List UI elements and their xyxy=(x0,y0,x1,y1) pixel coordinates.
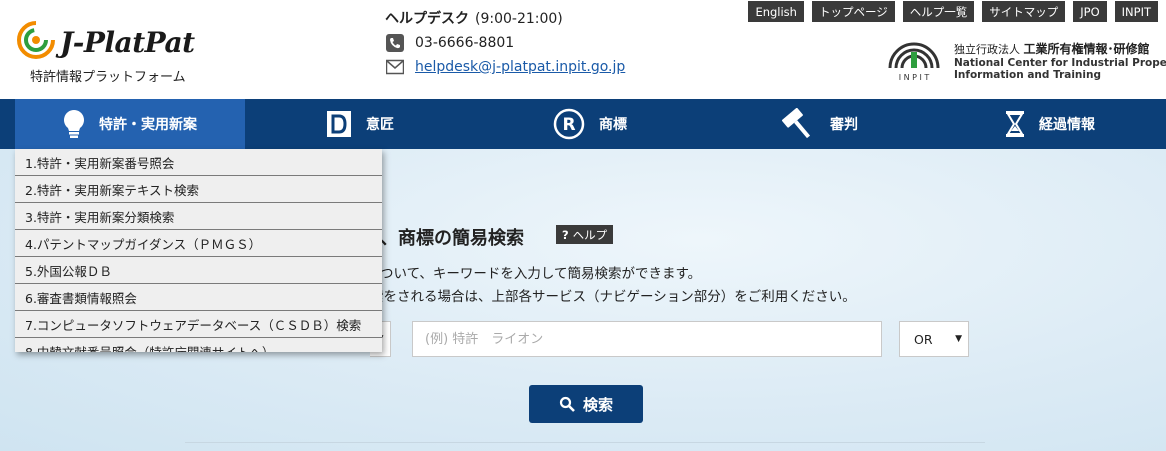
dropdown-arrow-icon: ▼ xyxy=(955,334,962,344)
logo-swirl-icon xyxy=(17,21,55,59)
svg-text:R: R xyxy=(562,115,575,135)
nav-design-label: 意匠 xyxy=(366,117,394,133)
nav-progress[interactable]: 経過情報 xyxy=(935,99,1165,149)
patent-dropdown-menu: 1.特許・実用新案番号照会 2.特許・実用新案テキスト検索 3.特許・実用新案分… xyxy=(15,149,382,352)
header: J-PlatPat 特許情報プラットフォーム ヘルプデスク (9:00-21:00… xyxy=(0,0,1166,99)
menu-item-csdb-search[interactable]: 7.コンピュータソフトウェアデータベース（ＣＳＤＢ）検索 xyxy=(15,311,382,338)
inpit-mark-text: I N P I T xyxy=(899,73,930,82)
hourglass-icon xyxy=(1005,110,1025,138)
helpdesk-email-link[interactable]: helpdesk@j-platpat.inpit.go.jp xyxy=(415,59,625,75)
email-row: helpdesk@j-platpat.inpit.go.jp xyxy=(385,58,625,76)
mail-icon xyxy=(385,58,405,76)
top-link-help-list[interactable]: ヘルプ一覧 xyxy=(902,1,975,22)
top-link-sitemap[interactable]: サイトマップ xyxy=(982,1,1066,22)
menu-item-cn-kr-lookup[interactable]: 8.中韓文献番号照会（特許庁関連サイトへ） xyxy=(15,338,382,352)
top-link-inpit[interactable]: INPIT xyxy=(1114,1,1158,22)
logo-subtitle: 特許情報プラットフォーム xyxy=(30,70,186,85)
jplatpat-logo[interactable]: J-PlatPat 特許情報プラットフォーム xyxy=(16,14,216,86)
menu-item-pmgs[interactable]: 4.パテントマップガイダンス（ＰＭＧＳ） xyxy=(15,230,382,257)
nav-trial-label: 審判 xyxy=(830,117,858,133)
keyword-input[interactable] xyxy=(412,321,882,357)
phone-row: 03-6666-8801 xyxy=(385,34,625,52)
helpdesk-title: ヘルプデスク (9:00-21:00) xyxy=(385,11,563,27)
phone-icon xyxy=(385,34,405,52)
nav-progress-label: 経過情報 xyxy=(1039,117,1095,133)
description-line-2: 索をされる場合は、上部各サービス（ナビゲーション部分）をご利用ください。 xyxy=(370,289,856,305)
menu-item-patent-number-lookup[interactable]: 1.特許・実用新案番号照会 xyxy=(15,149,382,176)
menu-item-patent-class-search[interactable]: 3.特許・実用新案分類検索 xyxy=(15,203,382,230)
top-link-jpo[interactable]: JPO xyxy=(1073,1,1107,22)
top-links: English トップページ ヘルプ一覧 サイトマップ JPO INPIT xyxy=(748,1,1158,22)
helpdesk-hours: (9:00-21:00) xyxy=(475,11,563,27)
helpdesk: ヘルプデスク (9:00-21:00) 03-6666-8801 helpdesk… xyxy=(385,8,625,76)
nav-design[interactable]: 意匠 xyxy=(245,99,475,149)
operator-select[interactable]: OR ▼ xyxy=(899,321,969,357)
design-d-icon xyxy=(326,110,352,138)
main-nav: 特許・実用新案 意匠 R 商標 審判 経過情報 xyxy=(0,99,1166,149)
nav-patent[interactable]: 特許・実用新案 xyxy=(15,99,245,149)
nav-patent-label: 特許・実用新案 xyxy=(99,117,197,133)
lightbulb-icon xyxy=(63,109,85,139)
top-link-toppage[interactable]: トップページ xyxy=(811,1,895,22)
description-line-1: ついて、キーワードを入力して簡易検索ができます。 xyxy=(380,266,702,282)
search-button-label: 検索 xyxy=(582,395,613,414)
inpit-logo[interactable]: I N P I T 独立行政法人 工業所有権情報･研修館 National Ce… xyxy=(884,38,1166,84)
operator-value: OR xyxy=(914,331,933,347)
inpit-jp-name: 独立行政法人 工業所有権情報･研修館 xyxy=(954,42,1150,56)
menu-item-foreign-gazette[interactable]: 5.外国公報ＤＢ xyxy=(15,257,382,284)
inpit-en-name: National Center for Industrial Property I… xyxy=(954,57,1166,81)
page-title: 、商標の簡易検索 xyxy=(380,228,524,249)
menu-item-exam-documents[interactable]: 6.審査書類情報照会 xyxy=(15,284,382,311)
divider xyxy=(185,442,985,443)
trademark-r-icon: R xyxy=(553,108,585,140)
inpit-arch-icon: I N P I T xyxy=(888,42,940,82)
phone-number: 03-6666-8801 xyxy=(415,35,515,51)
gavel-icon xyxy=(782,108,816,140)
logo-text: J-PlatPat xyxy=(60,26,195,59)
search-icon xyxy=(559,396,575,412)
question-icon: ? xyxy=(562,227,569,242)
nav-trial[interactable]: 審判 xyxy=(705,99,935,149)
nav-trademark[interactable]: R 商標 xyxy=(475,99,705,149)
help-button[interactable]: ? ヘルプ xyxy=(556,225,614,244)
nav-trademark-label: 商標 xyxy=(599,117,627,133)
search-button[interactable]: 検索 xyxy=(529,385,643,423)
menu-item-patent-text-search[interactable]: 2.特許・実用新案テキスト検索 xyxy=(15,176,382,203)
top-link-english[interactable]: English xyxy=(748,1,804,22)
